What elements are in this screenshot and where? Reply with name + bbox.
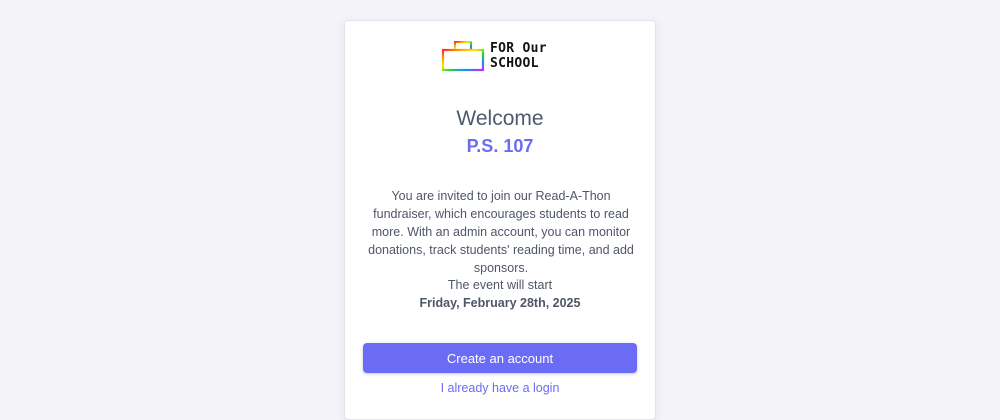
login-link[interactable]: I already have a login xyxy=(345,381,655,395)
logo-line-2: SCHOOL xyxy=(490,56,539,71)
event-date: Friday, February 28th, 2025 xyxy=(419,296,581,310)
welcome-heading: Welcome xyxy=(456,107,544,130)
signup-card: FOR Our SCHOOL Welcome P.S. 107 You are … xyxy=(344,20,656,420)
logo-line-1: FOR Our xyxy=(490,41,547,56)
logo-text: FOR Our SCHOOL xyxy=(490,41,547,71)
logo: FOR Our SCHOOL xyxy=(441,39,563,73)
create-account-button[interactable]: Create an account xyxy=(363,343,637,373)
school-name: P.S. 107 xyxy=(466,136,534,156)
rainbow-school-icon xyxy=(441,41,485,72)
invite-text: You are invited to join our Read-A-Thon … xyxy=(368,189,634,275)
event-start-label: The event will start xyxy=(447,278,553,292)
